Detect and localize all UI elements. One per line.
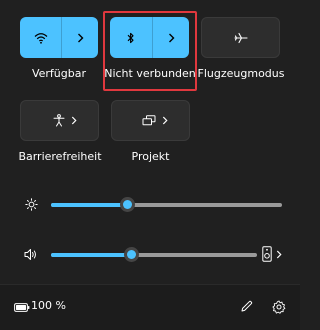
airplane-mode-label: Flugzeugmodus [197, 67, 285, 80]
volume-slider-fill [51, 253, 131, 257]
brightness-slider-row [20, 195, 282, 215]
gear-icon[interactable] [272, 300, 286, 314]
project-expand-chevron-icon[interactable] [162, 101, 176, 140]
brightness-slider-fill [51, 203, 127, 207]
project-display-icon[interactable] [112, 101, 162, 140]
quick-settings-footer: 100 % [0, 284, 300, 330]
brightness-slider-thumb[interactable] [120, 197, 135, 212]
accessibility-icon[interactable] [21, 101, 71, 140]
wifi-tile[interactable] [20, 17, 98, 58]
accessibility-label: Barrierefreiheit [18, 150, 102, 163]
battery-icon[interactable] [14, 303, 30, 312]
project-tile[interactable] [111, 100, 190, 141]
accessibility-tile[interactable] [20, 100, 99, 141]
volume-slider-row [20, 245, 282, 265]
wifi-label: Verfügbar [31, 67, 87, 80]
wifi-expand-chevron-icon[interactable] [62, 17, 98, 58]
airplane-mode-tile[interactable] [201, 17, 280, 58]
project-label: Projekt [131, 150, 170, 163]
highlight-box [103, 11, 197, 91]
audio-output-chevron-icon[interactable] [276, 250, 282, 259]
airplane-icon [231, 18, 251, 57]
audio-output-device-icon[interactable] [262, 246, 272, 262]
battery-percentage[interactable]: 100 % [31, 299, 66, 312]
brightness-icon [25, 198, 38, 211]
pencil-edit-icon[interactable] [240, 300, 253, 313]
speaker-icon[interactable] [24, 248, 38, 261]
wifi-icon[interactable] [20, 17, 61, 58]
accessibility-expand-chevron-icon[interactable] [71, 101, 85, 140]
quick-settings-panel: Verfügbar Nicht verbunden Flugzeugmodus [0, 0, 300, 330]
volume-slider-thumb[interactable] [124, 247, 139, 262]
